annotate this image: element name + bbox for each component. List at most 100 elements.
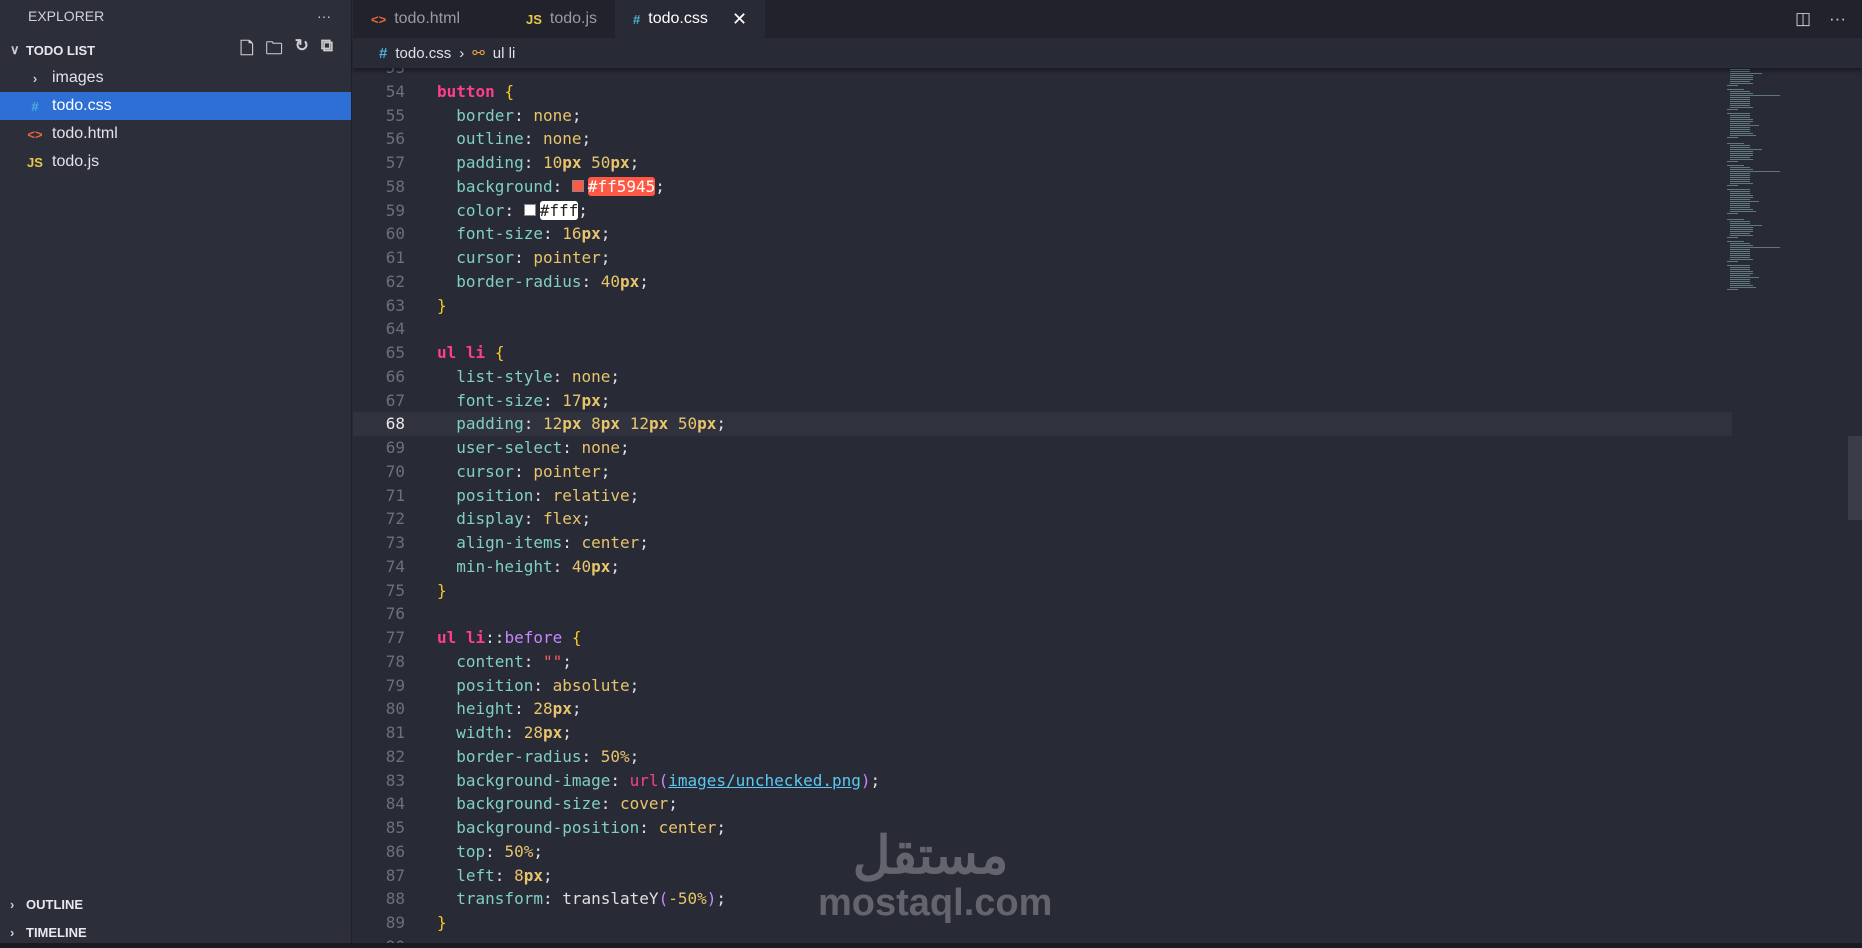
code-line[interactable]: 79 position: absolute; [353,674,1732,698]
collapse-all-icon[interactable]: ⧉ [321,36,333,65]
color-swatch-icon[interactable] [571,180,584,193]
minimap-line [1727,109,1738,110]
code-line[interactable]: 63} [353,294,1732,318]
code-line[interactable]: 82 border-radius: 50%; [353,745,1732,769]
minimap[interactable] [1727,65,1787,295]
code-token: align-items [437,533,563,552]
code-line[interactable]: 78 content: ""; [353,650,1732,674]
code-line[interactable]: 73 align-items: center; [353,531,1732,555]
code-line[interactable]: 83 background-image: url(images/unchecke… [353,769,1732,793]
tab-todo-html[interactable]: <> todo.html [353,0,478,38]
code-token: width [437,723,505,742]
code-line[interactable]: 90 [353,935,1732,943]
file-item-todo-css[interactable]: # todo.css [0,92,351,120]
close-icon[interactable]: ✕ [732,9,747,30]
code-token: ; [629,153,640,172]
code-editor[interactable]: 5354button {55 border: none;56 outline: … [353,68,1862,943]
code-token: 40 [571,556,592,576]
chevron-right-icon: › [459,44,465,62]
code-token: ; [639,271,649,291]
file-item-todo-html[interactable]: <> todo.html [0,120,351,148]
refresh-icon[interactable]: ↻ [295,36,309,65]
code-line[interactable]: 71 position: relative; [353,484,1732,508]
code-token: px [552,699,572,719]
color-swatch-icon[interactable] [523,204,536,216]
code-line[interactable]: 67 font-size: 17px; [353,389,1732,413]
code-token: "" [542,651,563,671]
code-line[interactable]: 68 padding: 12px 8px 12px 50px; [353,412,1732,436]
code-line[interactable]: 69 user-select: none; [353,436,1732,460]
file-item-images[interactable]: › images [0,64,351,92]
new-file-icon[interactable]: 🗋 [240,36,254,65]
code-token: cursor [437,248,515,267]
line-number: 82 [385,746,405,766]
minimap-line [1730,77,1753,78]
minimap-line [1727,143,1744,144]
code-line[interactable]: 80 height: 28px; [353,697,1732,721]
code-line[interactable]: 62 border-radius: 40px; [353,270,1732,294]
code-token: ; [610,556,621,576]
scrollbar-thumb[interactable] [1848,436,1862,520]
outline-section[interactable]: › OUTLINE [0,890,351,918]
code-token: pointer [533,461,601,481]
code-line[interactable]: 70 cursor: pointer; [353,460,1732,484]
timeline-label: TIMELINE [26,924,87,940]
code-line[interactable]: 56 outline: none; [353,127,1732,151]
more-actions-icon[interactable]: ··· [317,8,331,24]
code-line[interactable]: 84 background-size: cover; [353,792,1732,816]
code-line[interactable]: 65 ul li { [353,341,1732,365]
code-line[interactable]: 54 button { [353,80,1732,104]
scrollbar[interactable] [1848,68,1862,943]
folder-todo-list[interactable]: ∨ TODO LIST 🗋 🗀 ↻ ⧉ [0,36,351,64]
code-line[interactable]: 76 [353,602,1732,626]
breadcrumb-file[interactable]: todo.css [395,45,451,62]
code-token: ; [600,461,611,481]
code-line[interactable]: 60 font-size: 16px; [353,222,1732,246]
code-token: user-select [437,438,563,457]
minimap-line [1730,81,1750,82]
code-line[interactable]: 61 cursor: pointer; [353,246,1732,270]
code-token: ; [581,509,592,529]
code-token: } [437,295,447,315]
minimap-line [1730,277,1759,278]
code-token: : [562,438,582,457]
minimap-line [1730,245,1753,246]
minimap-line [1730,151,1753,152]
code-token: : [514,105,534,125]
code-line[interactable]: 57 padding: 10px 50px; [353,151,1732,175]
split-editor-icon[interactable]: ◫ [1795,9,1811,29]
code-line[interactable]: 81 width: 28px; [353,721,1732,745]
code-token: ; [716,414,727,434]
code-line[interactable]: 77 ul li::before { [353,626,1732,650]
tab-todo-js[interactable]: JS todo.js [478,0,615,38]
code-line[interactable]: 59 color: #fff; [353,199,1732,223]
new-folder-icon[interactable]: 🗀 [266,36,283,65]
file-item-todo-js[interactable]: JS todo.js [0,148,351,176]
minimap-line [1727,165,1744,166]
code-line[interactable]: 74 min-height: 40px; [353,555,1732,579]
code-line[interactable]: 55 border: none; [353,104,1732,128]
more-actions-icon[interactable]: ··· [1829,9,1846,29]
code-token: background-position [437,818,640,837]
code-token: relative [552,485,630,505]
minimap-line [1730,121,1753,122]
breadcrumb-symbol[interactable]: ul li [493,45,516,62]
line-number: 84 [385,794,405,814]
code-line[interactable]: 66 list-style: none; [353,365,1732,389]
minimap-line [1730,191,1750,192]
tab-todo-css[interactable]: # todo.css ✕ [615,0,766,38]
code-token: padding [437,153,524,172]
timeline-section[interactable]: › TIMELINE [0,918,351,946]
code-line[interactable]: 75} [353,579,1732,603]
code-line[interactable]: 72 display: flex; [353,507,1732,531]
code-line[interactable]: 53 [353,68,1732,80]
code-token: : [610,770,630,790]
line-number: 74 [385,556,405,576]
minimap-line [1730,175,1750,176]
line-number: 90 [353,935,405,943]
minimap-line [1730,271,1753,272]
code-token: ; [600,224,611,244]
code-line[interactable]: 64 [353,317,1732,341]
code-line[interactable]: 58 background: #ff5945; [353,175,1732,199]
